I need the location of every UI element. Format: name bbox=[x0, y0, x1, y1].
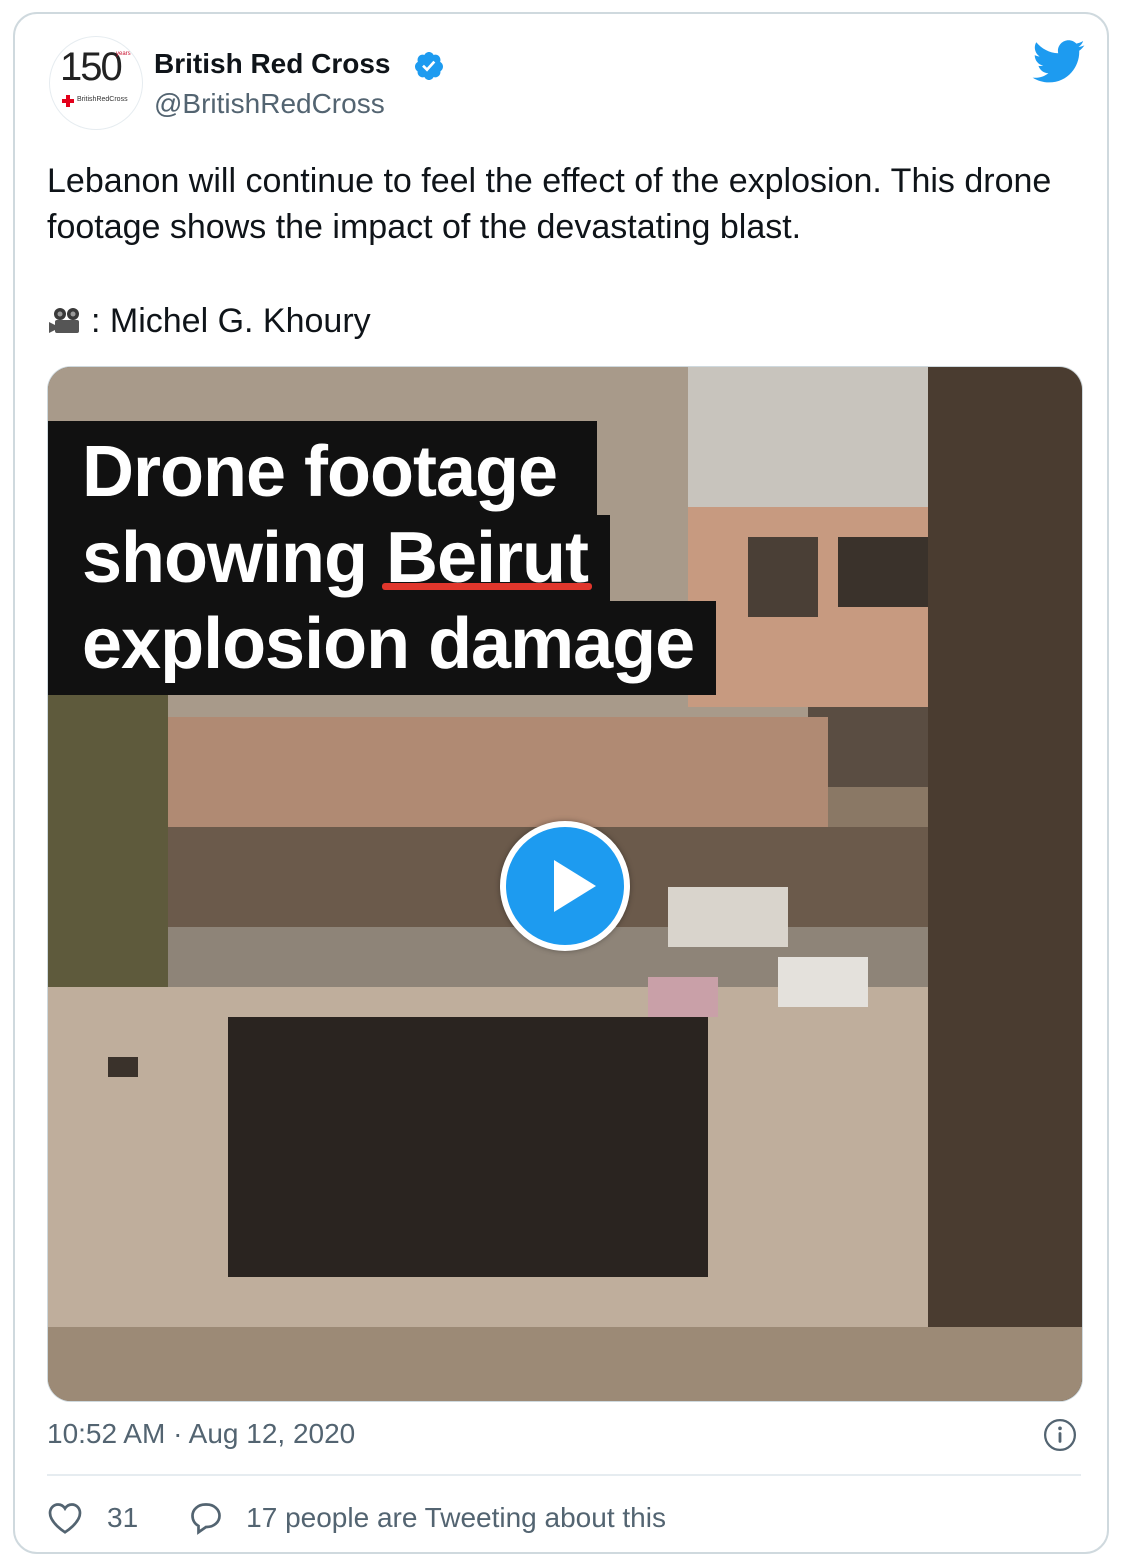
speech-bubble-icon[interactable] bbox=[188, 1500, 224, 1536]
tweet-timestamp[interactable]: 10:52 AM · Aug 12, 2020 bbox=[47, 1418, 355, 1450]
divider bbox=[47, 1474, 1081, 1476]
tweet-text: Lebanon will continue to feel the effect… bbox=[47, 162, 1052, 246]
twitter-bird-icon[interactable] bbox=[1032, 40, 1086, 84]
tweet-actions: 31 17 people are Tweeting about this bbox=[47, 1496, 666, 1540]
verified-badge-icon bbox=[414, 52, 443, 80]
video-credit: : Michel G. Khoury bbox=[47, 298, 1097, 344]
credit-text: : Michel G. Khoury bbox=[91, 302, 371, 340]
red-cross-icon bbox=[62, 95, 74, 107]
avatar-brand: BritishRedCross bbox=[77, 96, 128, 103]
avatar-number: 150 bbox=[60, 45, 123, 89]
play-button[interactable] bbox=[500, 821, 630, 951]
video-player[interactable]: Drone footage showing Beirut explosion d… bbox=[47, 366, 1083, 1402]
overlay-line-3: explosion damage bbox=[48, 601, 717, 695]
avatar-years-label: years bbox=[116, 51, 131, 57]
author-name[interactable]: British Red Cross bbox=[154, 48, 391, 80]
overlay-line-2: showing Beirut bbox=[48, 515, 611, 601]
conversation-link[interactable]: 17 people are Tweeting about this bbox=[246, 1502, 666, 1534]
overlay-line-1: Drone footage bbox=[48, 421, 598, 515]
avatar[interactable]: 150 years BritishRedCross bbox=[49, 36, 143, 130]
info-icon[interactable] bbox=[1043, 1418, 1077, 1452]
video-title-overlay: Drone footage showing Beirut explosion d… bbox=[48, 421, 717, 695]
overlay-highlight-word: Beirut bbox=[385, 518, 589, 598]
heart-icon[interactable] bbox=[47, 1501, 83, 1535]
movie-camera-icon bbox=[49, 308, 79, 333]
like-count[interactable]: 31 bbox=[107, 1502, 138, 1534]
overlay-line-2-prefix: showing bbox=[82, 518, 386, 598]
tweet-text-block: Lebanon will continue to feel the effect… bbox=[47, 158, 1097, 344]
author-handle[interactable]: @BritishRedCross bbox=[154, 88, 385, 120]
tweet-card: 150 years BritishRedCross British Red Cr… bbox=[13, 12, 1109, 1554]
